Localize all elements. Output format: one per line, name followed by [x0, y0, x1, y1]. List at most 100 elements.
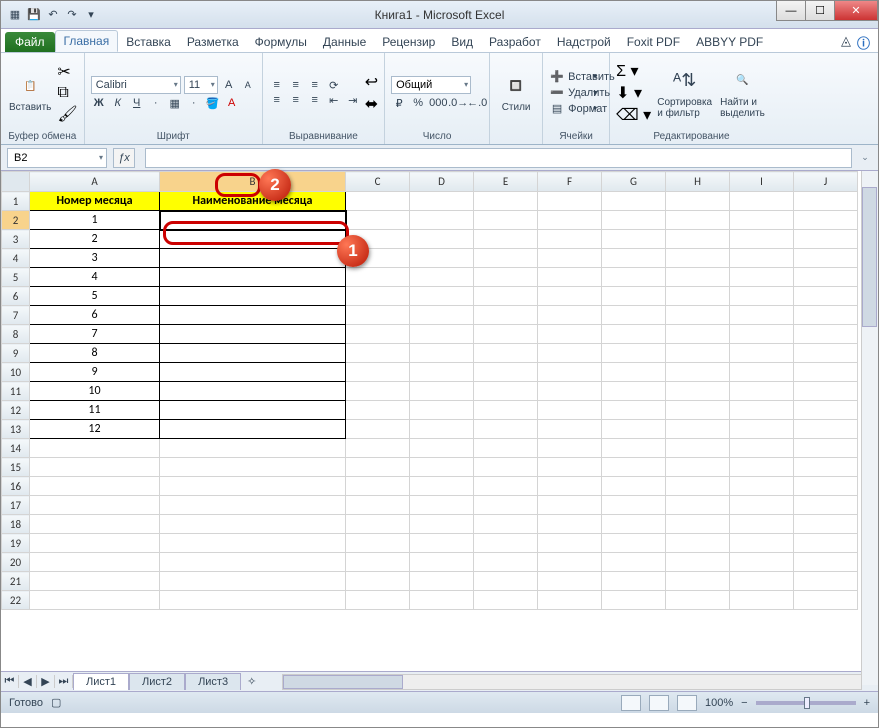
cell-B5[interactable] — [160, 268, 346, 287]
row-header-5[interactable]: 5 — [2, 268, 30, 287]
cell-I7[interactable] — [730, 306, 794, 325]
cell-J7[interactable] — [794, 306, 858, 325]
cell-J12[interactable] — [794, 401, 858, 420]
find-select-button[interactable]: 🔍 Найти и выделить — [718, 65, 767, 121]
cell-F6[interactable] — [538, 287, 602, 306]
row-header-17[interactable]: 17 — [2, 496, 30, 515]
cell-F1[interactable] — [538, 192, 602, 211]
cell-A7[interactable]: 6 — [30, 306, 160, 325]
row-header-7[interactable]: 7 — [2, 306, 30, 325]
cell-H2[interactable] — [666, 211, 730, 230]
cell-E6[interactable] — [474, 287, 538, 306]
cell-B10[interactable] — [160, 363, 346, 382]
cell-A18[interactable] — [30, 515, 160, 534]
new-sheet-icon[interactable]: ✧ — [241, 675, 262, 688]
tab-view[interactable]: Вид — [443, 32, 481, 52]
row-header-11[interactable]: 11 — [2, 382, 30, 401]
cell-I20[interactable] — [730, 553, 794, 572]
cell-J11[interactable] — [794, 382, 858, 401]
cell-I1[interactable] — [730, 192, 794, 211]
cell-H3[interactable] — [666, 230, 730, 249]
cell-J16[interactable] — [794, 477, 858, 496]
cell-A4[interactable]: 3 — [30, 249, 160, 268]
cell-G17[interactable] — [602, 496, 666, 515]
cell-I18[interactable] — [730, 515, 794, 534]
cell-E21[interactable] — [474, 572, 538, 591]
cell-I22[interactable] — [730, 591, 794, 610]
cell-D21[interactable] — [410, 572, 474, 591]
cell-I8[interactable] — [730, 325, 794, 344]
cell-B13[interactable] — [160, 420, 346, 439]
merge-center-icon[interactable]: ⬌ — [365, 94, 378, 114]
col-header-I[interactable]: I — [730, 172, 794, 192]
close-button[interactable]: ✕ — [834, 1, 878, 21]
bold-icon[interactable]: Ж — [91, 97, 107, 109]
cell-H4[interactable] — [666, 249, 730, 268]
cell-F15[interactable] — [538, 458, 602, 477]
cell-A21[interactable] — [30, 572, 160, 591]
cell-G21[interactable] — [602, 572, 666, 591]
cell-D7[interactable] — [410, 306, 474, 325]
cell-J5[interactable] — [794, 268, 858, 287]
cell-H5[interactable] — [666, 268, 730, 287]
formula-input[interactable] — [145, 148, 852, 168]
cell-F5[interactable] — [538, 268, 602, 287]
cell-D16[interactable] — [410, 477, 474, 496]
cell-A12[interactable]: 11 — [30, 401, 160, 420]
comma-format-icon[interactable]: 000 — [429, 97, 445, 109]
cell-C1[interactable] — [346, 192, 410, 211]
sheet-nav-last-icon[interactable]: ⏭ — [55, 675, 73, 688]
orientation-icon[interactable]: ⟳ — [326, 79, 342, 92]
cell-J17[interactable] — [794, 496, 858, 515]
cell-G2[interactable] — [602, 211, 666, 230]
row-header-19[interactable]: 19 — [2, 534, 30, 553]
cell-I12[interactable] — [730, 401, 794, 420]
cell-C18[interactable] — [346, 515, 410, 534]
row-header-2[interactable]: 2 — [2, 211, 30, 230]
cell-D9[interactable] — [410, 344, 474, 363]
cell-E3[interactable] — [474, 230, 538, 249]
accounting-format-icon[interactable]: ₽ — [391, 97, 407, 110]
zoom-out-button[interactable]: − — [741, 697, 747, 709]
row-header-16[interactable]: 16 — [2, 477, 30, 496]
cell-F10[interactable] — [538, 363, 602, 382]
file-tab[interactable]: Файл — [5, 32, 55, 52]
cell-B14[interactable] — [160, 439, 346, 458]
cell-E8[interactable] — [474, 325, 538, 344]
page-break-view-button[interactable] — [677, 695, 697, 711]
tab-data[interactable]: Данные — [315, 32, 374, 52]
cell-H12[interactable] — [666, 401, 730, 420]
cell-I19[interactable] — [730, 534, 794, 553]
cell-I15[interactable] — [730, 458, 794, 477]
cell-H6[interactable] — [666, 287, 730, 306]
row-header-9[interactable]: 9 — [2, 344, 30, 363]
maximize-button[interactable]: ☐ — [805, 1, 835, 21]
cell-F17[interactable] — [538, 496, 602, 515]
sheet-tab-3[interactable]: Лист3 — [185, 673, 241, 690]
save-icon[interactable]: 💾 — [26, 7, 42, 23]
align-center-icon[interactable]: ≡ — [288, 94, 304, 106]
cell-D22[interactable] — [410, 591, 474, 610]
cell-J3[interactable] — [794, 230, 858, 249]
cell-H7[interactable] — [666, 306, 730, 325]
cell-H20[interactable] — [666, 553, 730, 572]
cell-D11[interactable] — [410, 382, 474, 401]
increase-decimal-icon[interactable]: .0→ — [448, 97, 464, 109]
cell-H9[interactable] — [666, 344, 730, 363]
increase-font-icon[interactable]: A — [221, 79, 237, 91]
scrollbar-thumb[interactable] — [283, 675, 403, 689]
cell-B8[interactable] — [160, 325, 346, 344]
cell-A20[interactable] — [30, 553, 160, 572]
cell-J15[interactable] — [794, 458, 858, 477]
cell-H13[interactable] — [666, 420, 730, 439]
cell-A17[interactable] — [30, 496, 160, 515]
cell-G11[interactable] — [602, 382, 666, 401]
cell-C10[interactable] — [346, 363, 410, 382]
cell-C22[interactable] — [346, 591, 410, 610]
cell-C2[interactable] — [346, 211, 410, 230]
font-size-combo[interactable]: 11 — [184, 76, 218, 94]
cell-G12[interactable] — [602, 401, 666, 420]
cell-F2[interactable] — [538, 211, 602, 230]
cell-D1[interactable] — [410, 192, 474, 211]
styles-button[interactable]: 🔲 Стили — [496, 70, 536, 115]
